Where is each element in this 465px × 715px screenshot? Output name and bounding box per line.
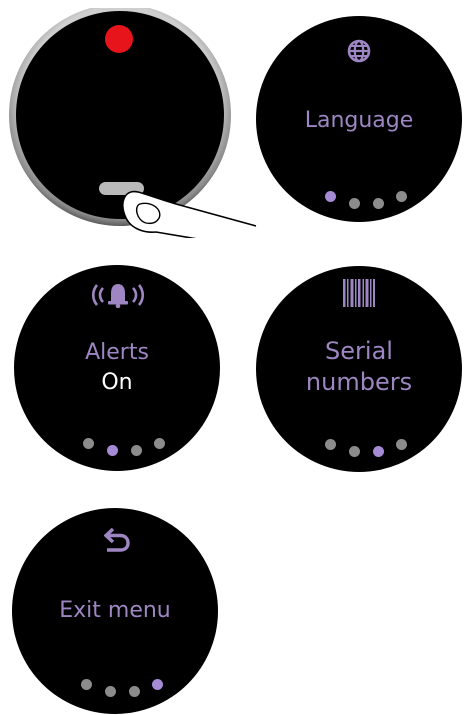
bell-alert-icon <box>91 280 145 312</box>
screen-label-exit: Exit menu <box>59 598 171 623</box>
screen-label-language: Language <box>304 108 414 133</box>
return-arrow-icon <box>103 526 132 558</box>
barcode-icon <box>343 279 375 311</box>
screen-language: Language <box>256 16 462 222</box>
alerts-value: On <box>101 370 133 395</box>
page-indicator <box>256 186 462 216</box>
status-indicator-light <box>105 25 133 53</box>
device-svg <box>9 4 257 249</box>
page-dot-4 <box>154 438 165 449</box>
page-dot-1 <box>325 439 336 450</box>
page-dot-3 <box>373 446 384 457</box>
page-dot-1 <box>325 191 336 202</box>
page-dot-3 <box>131 445 142 456</box>
page-dot-3 <box>373 198 384 209</box>
screen-exit-menu: Exit menu <box>12 508 218 714</box>
screen-label-serial-line1: Serial <box>325 337 393 365</box>
page-indicator <box>14 433 220 463</box>
page-dot-4 <box>396 191 407 202</box>
screen-serial-numbers: Serial numbers <box>256 266 462 472</box>
page-dot-4 <box>152 679 163 690</box>
page-indicator <box>256 434 462 464</box>
page-dot-2 <box>349 446 360 457</box>
device-illustration <box>6 4 258 249</box>
page-dot-3 <box>129 686 140 697</box>
screen-label-alerts: Alerts <box>85 340 149 365</box>
page-dot-2 <box>105 686 116 697</box>
page-dot-2 <box>107 445 118 456</box>
globe-icon <box>347 39 371 67</box>
page-dot-2 <box>349 198 360 209</box>
page-dot-1 <box>83 438 94 449</box>
page-dot-4 <box>396 439 407 450</box>
page-dot-1 <box>81 679 92 690</box>
screen-alerts: Alerts On <box>14 265 220 471</box>
page-indicator <box>12 674 218 704</box>
screen-label-serial-line2: numbers <box>305 368 413 396</box>
